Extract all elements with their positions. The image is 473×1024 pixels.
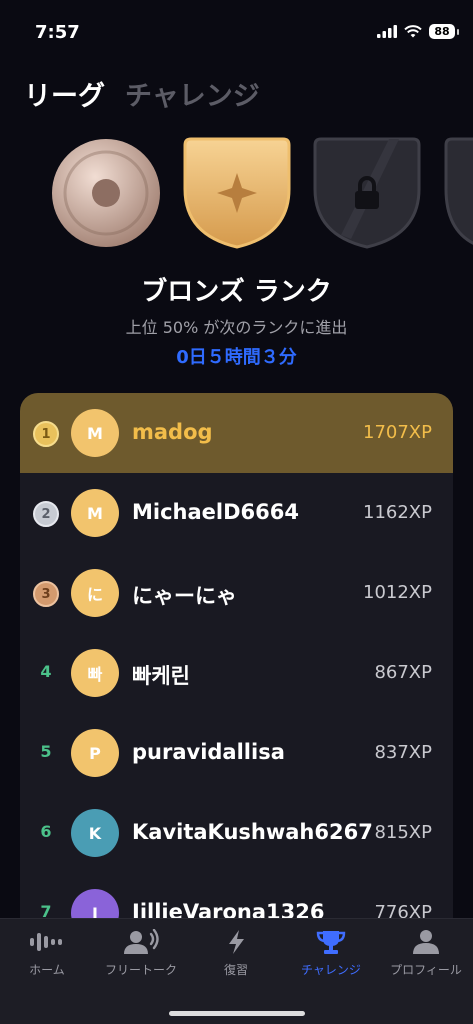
league-tabs: リーグ チャレンジ xyxy=(24,74,260,113)
username: 빠케린 xyxy=(132,664,190,688)
rank-number: 4 xyxy=(40,662,52,681)
xp-value: 1162XP xyxy=(363,502,432,523)
rank-title: ブロンズ ランク xyxy=(141,277,332,307)
speaking-person-icon xyxy=(124,929,159,954)
rank-subtitle: 上位 50% が次のランクに進出 xyxy=(125,318,348,337)
bronze-medal-icon: 3 xyxy=(33,581,59,607)
avatar: M xyxy=(71,489,119,537)
status-time: 7:57 xyxy=(35,22,80,43)
person-icon xyxy=(413,930,439,954)
lightning-icon xyxy=(229,930,244,954)
silver-medal-icon: 2 xyxy=(33,501,59,527)
leaderboard-row[interactable]: 5 P puravidallisa 837XP xyxy=(20,713,453,793)
status-icons: 88 xyxy=(377,24,459,39)
rank-badges xyxy=(0,137,473,252)
locked-shield-badge-icon xyxy=(313,137,421,249)
avatar: 빠 xyxy=(71,649,119,697)
username: KavitaKushwah6267 xyxy=(132,820,373,844)
xp-value: 837XP xyxy=(374,742,432,763)
username: madog xyxy=(132,420,213,444)
rank-timer: 0日５時間３分 xyxy=(176,347,297,368)
rank-number: 5 xyxy=(40,742,52,761)
status-bar: 7:57 88 xyxy=(0,0,473,62)
rank-number: 6 xyxy=(40,822,52,841)
leaderboard-row[interactable]: 3 に にゃーにゃ 1012XP xyxy=(20,553,453,633)
username: にゃーにゃ xyxy=(132,584,237,608)
nav-challenge[interactable]: チャレンジ xyxy=(284,929,378,978)
xp-value: 815XP xyxy=(374,822,432,843)
nav-label: プロフィール xyxy=(390,963,462,977)
waveform-icon xyxy=(30,933,62,951)
nav-label: チャレンジ xyxy=(301,963,361,977)
username: puravidallisa xyxy=(132,740,285,764)
bottom-nav: ホーム フリートーク 復習 チャレンジ プロフィール xyxy=(0,918,473,1024)
leaderboard-row[interactable]: 1 M madog 1707XP xyxy=(20,393,453,473)
nav-free-talk[interactable]: フリートーク xyxy=(94,929,188,978)
leaderboard-row[interactable]: 4 빠 빠케린 867XP xyxy=(20,633,453,713)
gold-medal-icon: 1 xyxy=(33,421,59,447)
gold-shield-badge-icon[interactable] xyxy=(181,135,293,251)
nav-label: ホーム xyxy=(29,963,65,977)
xp-value: 1012XP xyxy=(363,582,432,603)
cellular-signal-icon xyxy=(377,25,397,38)
avatar: に xyxy=(71,569,119,617)
leaderboard-row[interactable]: 6 K KavitaKushwah6267 815XP xyxy=(20,793,453,873)
nav-review[interactable]: 復習 xyxy=(189,929,283,978)
home-indicator xyxy=(168,1011,305,1016)
trophy-icon xyxy=(316,931,346,954)
username: MichaelD6664 xyxy=(132,500,299,524)
avatar: M xyxy=(71,409,119,457)
tab-league[interactable]: リーグ xyxy=(24,74,105,113)
avatar: K xyxy=(71,809,119,857)
battery-indicator: 88 xyxy=(429,24,459,39)
nav-label: 復習 xyxy=(223,963,248,977)
xp-value: 867XP xyxy=(374,662,432,683)
nav-label: フリートーク xyxy=(104,963,177,977)
nav-profile[interactable]: プロフィール xyxy=(379,929,473,978)
wifi-icon xyxy=(404,25,422,38)
bronze-badge-icon[interactable] xyxy=(50,137,162,249)
nav-home[interactable]: ホーム xyxy=(0,929,94,978)
tab-challenge[interactable]: チャレンジ xyxy=(125,74,260,113)
leaderboard: 1 M madog 1707XP 2 M MichaelD6664 1162XP… xyxy=(20,393,453,933)
locked-shield-badge-partial-icon xyxy=(444,137,473,245)
leaderboard-row[interactable]: 2 M MichaelD6664 1162XP xyxy=(20,473,453,553)
xp-value: 1707XP xyxy=(363,422,432,443)
avatar: P xyxy=(71,729,119,777)
